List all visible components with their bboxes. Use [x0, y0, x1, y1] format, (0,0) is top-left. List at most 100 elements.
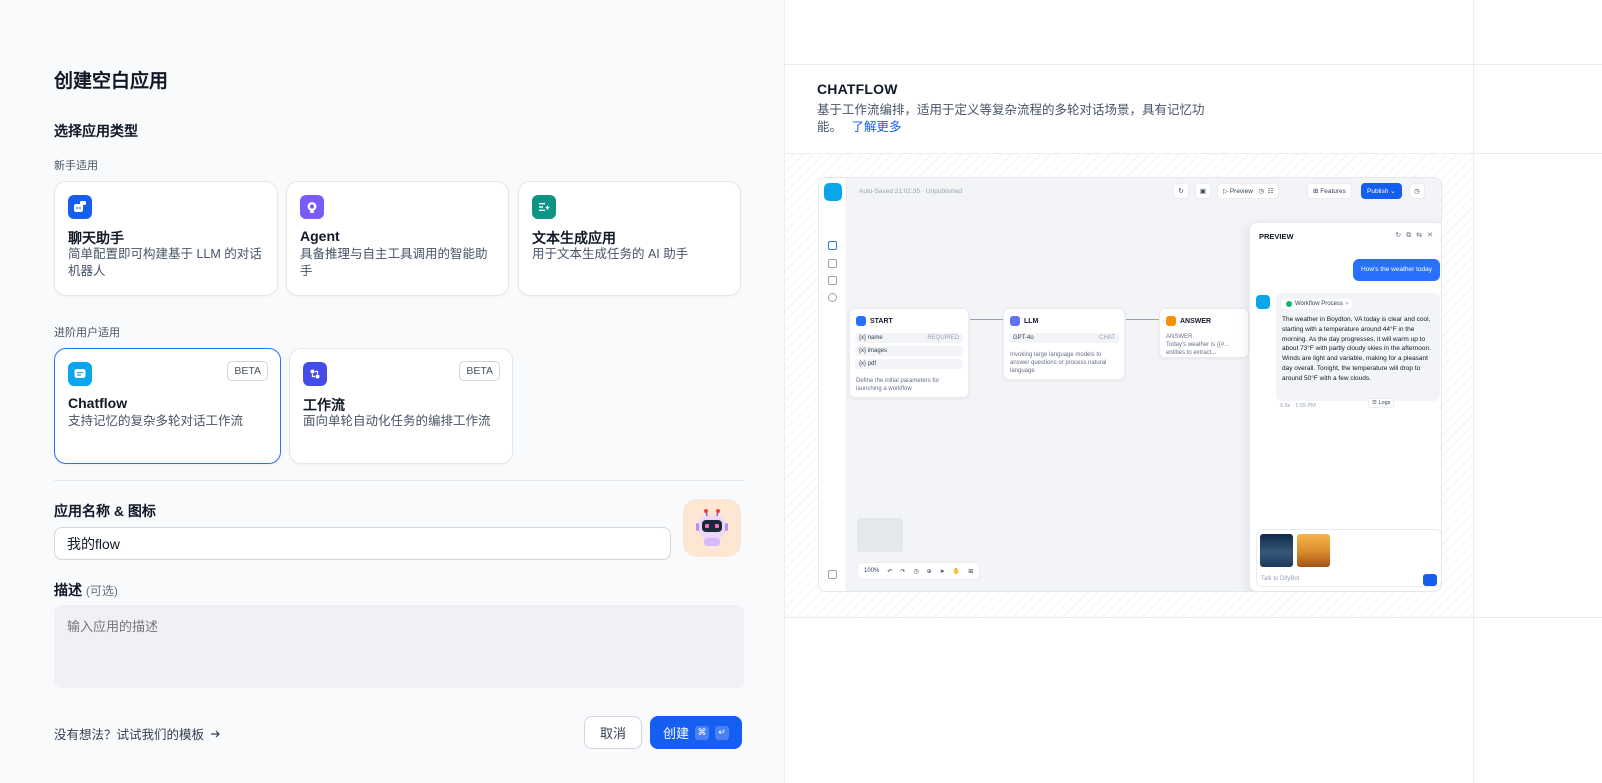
preview-tab: ▷ Preview ◷ ☷	[1217, 183, 1280, 199]
logs-button: ☰ Logs	[1368, 398, 1395, 408]
card-title: 文本生成应用	[532, 230, 616, 246]
var-name: name	[867, 335, 883, 341]
var-row: {x} name REQUIRED	[855, 333, 963, 343]
grid-line	[784, 64, 1602, 65]
node-header: START	[856, 316, 893, 326]
node-header: LLM	[1010, 316, 1038, 326]
var-name: images	[867, 348, 888, 354]
publish-label: Publish	[1367, 187, 1389, 195]
app-type-section-title: 选择应用类型	[54, 123, 138, 139]
description-label: 描述 (可选)	[54, 580, 118, 600]
node-title: START	[870, 317, 893, 325]
uploaded-image-thumbnail	[1260, 534, 1293, 567]
preview-tab-label: Preview	[1229, 187, 1253, 195]
page-title: 创建空白应用	[54, 71, 169, 92]
undo-icon: ↶	[887, 568, 893, 575]
preview-description: 基于工作流编排，适用于定义等复杂流程的多轮对话场景，具有记忆功能。 了解更多	[817, 102, 1207, 136]
beta-badge: BETA	[227, 361, 268, 381]
refresh-icon: ↻	[1173, 183, 1189, 199]
app-type-card-chatbot[interactable]: 聊天助手 简单配置即可构建基于 LLM 的对话机器人	[54, 181, 278, 296]
var-name: pdf	[867, 361, 877, 367]
node-description: Define the initial parameters for launch…	[856, 378, 940, 392]
model-row: GPT-4o CHAT	[1009, 333, 1119, 343]
answer-node: ANSWER ANSWER Today's weather is {{#... …	[1159, 308, 1249, 358]
pointer-icon: ➤	[939, 568, 945, 575]
app-type-card-agent[interactable]: Agent 具备推理与自主工具调用的智能助手	[286, 181, 509, 296]
model-name: GPT-4o	[1013, 335, 1034, 341]
autosave-status: Auto-Saved 21:02:35 · Unpublished	[859, 188, 962, 195]
features-label: Features	[1320, 187, 1346, 195]
app-type-card-workflow[interactable]: BETA 工作流 面向单轮自动化任务的编排工作流	[289, 348, 513, 464]
node-title: ANSWER	[1180, 317, 1212, 325]
card-description: 面向单轮自动化任务的编排工作流	[303, 414, 491, 428]
publish-button: Publish ⌄	[1361, 183, 1402, 199]
answer-text: Today's weather is {{#...	[1166, 342, 1230, 348]
card-title: Chatflow	[68, 395, 128, 411]
create-button[interactable]: 创建 ⌘ ↵	[650, 716, 742, 749]
node-description: Invoking large language models to answer…	[1010, 352, 1107, 374]
agent-icon	[300, 195, 324, 219]
app-name-label: 应用名称 & 图标	[54, 503, 156, 519]
description-label-text: 描述	[54, 582, 82, 598]
app-icon-picker[interactable]	[683, 499, 741, 557]
message-meta: 5.6s · 1:55 PM	[1280, 403, 1316, 409]
minimap	[857, 518, 903, 552]
features-button: ⊞ Features	[1307, 183, 1352, 199]
history-icon: ◷	[913, 568, 919, 575]
chat-input-placeholder: Talk to DifyBot	[1261, 576, 1300, 582]
edge	[970, 319, 1003, 320]
chat-header-icons: ↻⧉⇆✕	[1395, 232, 1438, 239]
workflow-preview-image: Auto-Saved 21:02:35 · Unpublished ↻ ▣ ▷ …	[818, 177, 1442, 592]
history-icon: ◷	[1409, 183, 1425, 199]
sidebar-toggle-icon	[828, 570, 837, 579]
llm-node: LLM GPT-4o CHAT Invoking large language m…	[1003, 308, 1125, 380]
uploaded-image-thumbnail	[1297, 534, 1330, 567]
card-description: 具备推理与自主工具调用的智能助手	[300, 247, 488, 278]
card-description: 简单配置即可构建基于 LLM 的对话机器人	[68, 247, 262, 278]
user-message: How's the weather today	[1353, 259, 1440, 281]
workflow-process-tag: Workflow Process ›	[1282, 299, 1352, 309]
command-key-icon: ⌘	[695, 725, 709, 740]
card-title: 工作流	[303, 397, 345, 413]
description-textarea[interactable]	[54, 605, 744, 688]
create-button-label: 创建	[662, 726, 689, 741]
try-templates-link[interactable]: 没有想法？试试我们的模板	[54, 724, 221, 743]
cancel-button[interactable]: 取消	[584, 716, 642, 749]
template-link-text: 没有想法？试试我们的模板	[54, 728, 205, 742]
app-name-input[interactable]	[54, 527, 671, 560]
optional-hint: (可选)	[85, 584, 118, 598]
node-title: LLM	[1024, 317, 1039, 325]
app-type-card-text-generation[interactable]: 文本生成应用 用于文本生成任务的 AI 助手	[518, 181, 741, 296]
chat-preview-title: PREVIEW	[1259, 232, 1294, 241]
app-type-card-chatflow[interactable]: BETA Chatflow 支持记忆的复杂多轮对话工作流	[54, 348, 281, 464]
chatbot-icon	[68, 195, 92, 219]
redo-icon: ↷	[900, 568, 906, 575]
robot-icon	[696, 509, 728, 546]
var-row: {x} images	[855, 346, 963, 356]
answer-label: ANSWER	[1166, 334, 1193, 340]
bot-logo-icon	[824, 183, 842, 201]
grid-line	[784, 617, 1602, 618]
card-description: 用于文本生成任务的 AI 助手	[532, 247, 689, 261]
layout-icon: ⊞	[968, 568, 974, 575]
node-header: ANSWER	[1166, 316, 1211, 326]
enter-key-icon: ↵	[715, 725, 729, 740]
chat-preview-panel: PREVIEW ↻⧉⇆✕ How's the weather today Wor…	[1249, 222, 1441, 591]
nav-icon	[828, 293, 837, 302]
bot-avatar-icon	[1256, 295, 1270, 309]
text-generation-icon	[532, 195, 556, 219]
card-description: 支持记忆的复杂多轮对话工作流	[68, 414, 244, 428]
create-app-form: 创建空白应用 选择应用类型 新手适用 聊天助手 简单配置即可构建基于 LLM 的…	[0, 0, 784, 783]
advanced-group-label: 进阶用户适用	[54, 327, 120, 339]
edge	[1126, 319, 1159, 320]
send-icon	[1423, 574, 1437, 586]
nav-icon	[828, 276, 837, 285]
workflow-icon	[303, 362, 327, 386]
bot-message: Workflow Process › The weather in Boydto…	[1276, 293, 1440, 401]
answer-subtext: entities to extract...	[1166, 350, 1217, 356]
var-row: {x} pdf	[855, 359, 963, 369]
preview-title: CHATFLOW	[817, 81, 898, 97]
learn-more-link[interactable]: 了解更多	[852, 120, 902, 134]
check-icon	[1286, 301, 1292, 307]
workflow-process-label: Workflow Process	[1295, 301, 1343, 307]
